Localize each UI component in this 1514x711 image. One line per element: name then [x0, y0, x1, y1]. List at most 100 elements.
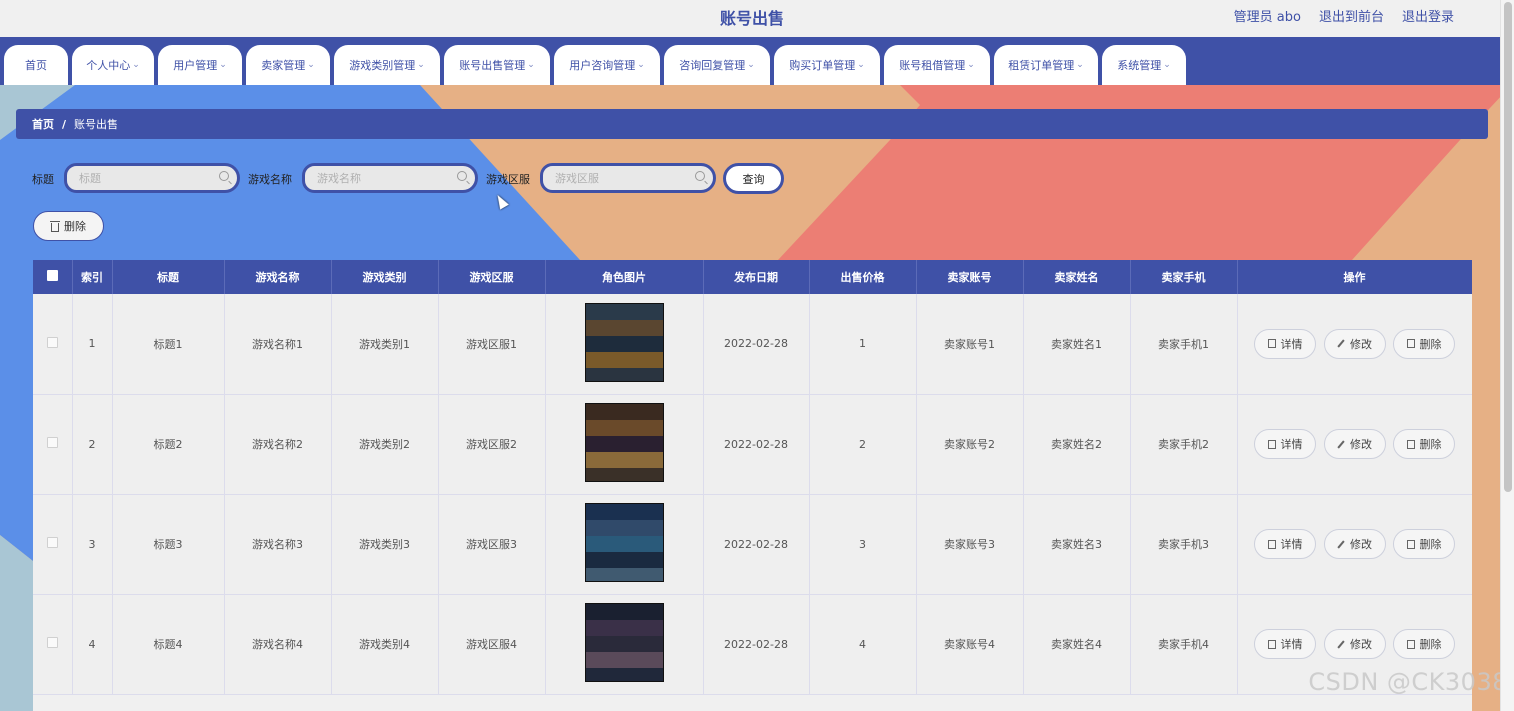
column-header: 索引: [72, 260, 113, 294]
edit-label: 修改: [1350, 638, 1372, 651]
nav-item-rental-order-management[interactable]: 租赁订单管理 ⌄: [994, 45, 1098, 85]
seller-phone-cell: 卖家手机2: [1130, 394, 1238, 495]
document-icon: [1267, 439, 1276, 449]
logout-link[interactable]: 退出登录: [1402, 6, 1454, 25]
chevron-down-icon: ⌄: [307, 60, 315, 70]
column-header: 游戏区服: [438, 260, 546, 294]
nav-item-consult-reply-management[interactable]: 咨询回复管理 ⌄: [664, 45, 770, 85]
nav-item-label: 租赁订单管理: [1008, 59, 1075, 72]
role-image-cell: [545, 394, 704, 495]
nav-item-system-management[interactable]: 系统管理 ⌄: [1102, 45, 1186, 85]
image-band: [585, 504, 663, 520]
delete-button[interactable]: 删除: [1393, 529, 1455, 559]
image-band: [585, 319, 663, 336]
delete-button[interactable]: 删除: [1393, 629, 1455, 659]
game-server-cell: 游戏区服2: [438, 394, 546, 495]
edit-button[interactable]: 修改: [1323, 429, 1386, 459]
detail-button[interactable]: 详情: [1254, 328, 1316, 359]
nav-item-game-category-management[interactable]: 游戏类别管理 ⌄: [334, 45, 440, 85]
game-name-search-input[interactable]: 游戏名称: [302, 163, 478, 193]
delete-label: 删除: [1419, 638, 1442, 651]
image-band: [585, 404, 663, 420]
scrollbar-thumb[interactable]: [1504, 2, 1512, 492]
trash-icon: [50, 220, 60, 232]
role-image-cell: [545, 294, 704, 395]
image-band: [585, 468, 663, 481]
table-row: 2 标题2 游戏名称2 游戏类别2 游戏区服2 2022-02-28 2 卖家账…: [33, 394, 1472, 495]
breadcrumb-home[interactable]: 首页: [32, 116, 54, 132]
role-image[interactable]: [584, 503, 664, 582]
role-image[interactable]: [584, 603, 664, 682]
title-search-input[interactable]: 标题: [64, 163, 240, 193]
front-page-link[interactable]: 退出到前台: [1319, 6, 1384, 25]
delete-label: 删除: [1419, 538, 1442, 551]
edit-label: 修改: [1350, 538, 1372, 551]
role-image-cell: [545, 594, 704, 695]
nav-item-label: 系统管理: [1117, 59, 1162, 72]
chevron-down-icon: ⌄: [527, 60, 535, 70]
edit-button[interactable]: 修改: [1323, 328, 1386, 359]
game-category-cell: 游戏类别4: [331, 594, 439, 695]
nav-item-personal-center[interactable]: 个人中心 ⌄: [72, 45, 154, 85]
table-row: 1 标题1 游戏名称1 游戏类别1 游戏区服1 2022-02-28 1 卖家账…: [33, 294, 1472, 395]
table-row: 4 标题4 游戏名称4 游戏类别4 游戏区服4 2022-02-28 4 卖家账…: [33, 594, 1472, 695]
edit-button[interactable]: 修改: [1323, 629, 1386, 659]
game-server-search-placeholder: 游戏区服: [555, 172, 599, 185]
delete-button[interactable]: 删除: [1393, 429, 1455, 459]
detail-button[interactable]: 详情: [1254, 629, 1316, 659]
pencil-icon: [1337, 339, 1345, 348]
header-user-links: 管理员 abo 退出到前台 退出登录: [1234, 6, 1454, 25]
game-server-cell: 游戏区服3: [438, 494, 546, 595]
nav-item-seller-management[interactable]: 卖家管理 ⌄: [246, 45, 330, 85]
row-checkbox[interactable]: [46, 336, 58, 348]
role-image[interactable]: [584, 302, 664, 382]
delete-button[interactable]: 删除: [1393, 328, 1455, 359]
game-server-search-input[interactable]: 游戏区服: [540, 163, 716, 193]
game-name-search-placeholder: 游戏名称: [317, 172, 361, 185]
image-band: [585, 335, 663, 352]
nav-item-user-consult-management[interactable]: 用户咨询管理 ⌄: [554, 45, 660, 85]
edit-label: 修改: [1350, 337, 1372, 351]
select-all-checkbox[interactable]: [46, 270, 58, 281]
column-header: 标题: [112, 260, 225, 294]
nav-item-account-rental-management[interactable]: 账号租借管理 ⌄: [884, 45, 990, 85]
detail-button[interactable]: 详情: [1254, 529, 1316, 559]
row-select-cell: [33, 394, 73, 495]
image-band: [585, 620, 663, 636]
column-header: 游戏类别: [331, 260, 439, 294]
seller-phone-cell: 卖家手机4: [1130, 594, 1238, 695]
main-nav: 首页 个人中心 ⌄ 用户管理 ⌄ 卖家管理 ⌄ 游戏类别管理 ⌄ 账号出售管理 ⌄ 用户咨…: [0, 37, 1504, 85]
search-icon: [695, 171, 705, 181]
detail-button[interactable]: 详情: [1254, 429, 1316, 459]
query-button[interactable]: 查询: [723, 163, 784, 194]
row-checkbox[interactable]: [46, 637, 58, 648]
game-server-search-label: 游戏区服: [486, 173, 530, 186]
nav-item-home[interactable]: 首页: [4, 45, 68, 85]
column-header: 卖家账号: [916, 260, 1024, 294]
seller-name-cell: 卖家姓名4: [1023, 594, 1131, 695]
nav-item-purchase-order-management[interactable]: 购买订单管理 ⌄: [774, 45, 880, 85]
row-checkbox[interactable]: [46, 537, 58, 548]
table-header-row: 索引 标题 游戏名称 游戏类别 游戏区服 角色图片 发布日期 出售价格 卖家账号…: [33, 260, 1472, 294]
nav-item-user-management[interactable]: 用户管理 ⌄: [158, 45, 242, 85]
index-cell: 4: [72, 594, 113, 695]
image-band: [585, 604, 663, 620]
batch-delete-button[interactable]: 删除: [33, 211, 104, 241]
role-image[interactable]: [584, 403, 664, 482]
edit-button[interactable]: 修改: [1323, 529, 1386, 559]
nav-item-label: 游戏类别管理: [349, 59, 416, 72]
document-icon: [1267, 639, 1276, 649]
column-header: 卖家姓名: [1023, 260, 1131, 294]
title-search-placeholder: 标题: [79, 172, 101, 185]
edit-label: 修改: [1350, 438, 1372, 451]
seller-name-cell: 卖家姓名1: [1023, 294, 1131, 395]
game-category-cell: 游戏类别2: [331, 394, 439, 495]
row-checkbox[interactable]: [46, 437, 58, 448]
game-name-cell: 游戏名称2: [224, 394, 332, 495]
role-image-cell: [545, 494, 704, 595]
nav-item-account-sale-management[interactable]: 账号出售管理 ⌄: [444, 45, 550, 85]
vertical-scrollbar[interactable]: [1500, 0, 1514, 711]
admin-user-label[interactable]: 管理员 abo: [1234, 6, 1301, 25]
chevron-down-icon: ⌄: [219, 60, 227, 70]
chevron-down-icon: ⌄: [637, 60, 645, 70]
